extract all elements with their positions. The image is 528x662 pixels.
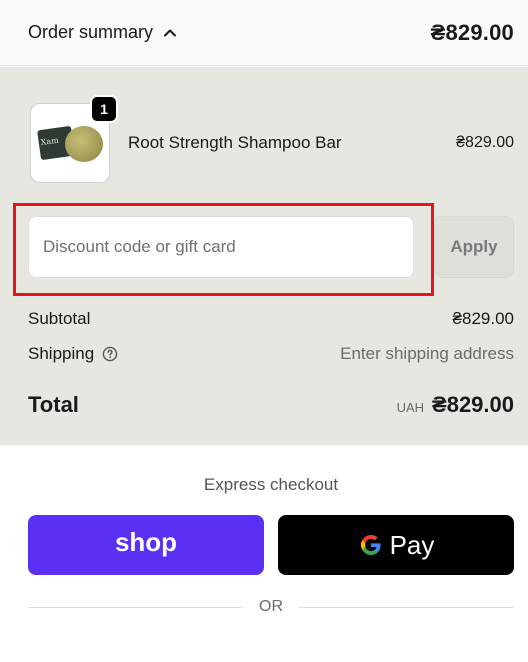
or-divider-text: OR xyxy=(259,598,283,615)
shipping-row: Shipping Enter shipping address xyxy=(28,344,514,364)
product-name: Root Strength Shampoo Bar xyxy=(128,133,342,152)
subtotal-row: Subtotal ₴829.00 xyxy=(28,309,514,329)
product-thumbnail-wrap: Xam 1 xyxy=(30,95,118,183)
google-pay-label: Pay xyxy=(389,529,435,560)
chevron-up-icon xyxy=(164,29,177,36)
total-row: Total UAH ₴829.00 xyxy=(28,392,514,418)
shop-pay-button[interactable]: shop xyxy=(28,515,264,575)
divider-line-right xyxy=(299,606,514,608)
express-checkout-title: Express checkout xyxy=(203,475,339,494)
help-circle-icon[interactable] xyxy=(102,346,118,362)
total-value: ₴829.00 xyxy=(432,392,514,417)
product-price: ₴829.00 xyxy=(456,134,514,151)
order-summary-panel: Xam 1 Root Strength Shampoo Bar ₴829.00 … xyxy=(0,67,528,445)
order-summary-label: Order summary xyxy=(28,22,154,42)
order-summary-header: Order summary ₴829.00 xyxy=(0,0,528,66)
order-summary-toggle[interactable]: Order summary xyxy=(28,22,177,43)
quantity-badge: 1 xyxy=(90,95,118,123)
subtotal-label: Subtotal xyxy=(28,309,91,328)
currency-code: UAH xyxy=(396,400,425,415)
shop-logo-icon: shop xyxy=(115,530,177,557)
shipping-value: Enter shipping address xyxy=(340,344,514,363)
shipping-label-group: Shipping xyxy=(28,344,118,364)
total-label: Total xyxy=(28,392,79,417)
line-item: Xam 1 Root Strength Shampoo Bar ₴829.00 xyxy=(30,95,514,184)
product-package-text: Xam xyxy=(40,135,60,148)
apply-discount-button[interactable]: Apply xyxy=(434,216,514,278)
or-divider: OR xyxy=(28,598,514,616)
header-total-price: ₴829.00 xyxy=(430,19,514,45)
discount-row: Apply xyxy=(28,216,514,278)
shipping-label: Shipping xyxy=(28,344,95,363)
subtotal-value: ₴829.00 xyxy=(452,309,514,328)
discount-code-input[interactable] xyxy=(28,216,414,278)
google-pay-button[interactable]: Pay xyxy=(278,515,514,575)
google-g-icon xyxy=(360,535,381,555)
divider-line-left xyxy=(28,606,243,608)
shop-logo-text: shop xyxy=(115,530,177,557)
product-soap-image xyxy=(65,126,103,162)
total-amount-group: UAH ₴829.00 xyxy=(397,392,514,418)
